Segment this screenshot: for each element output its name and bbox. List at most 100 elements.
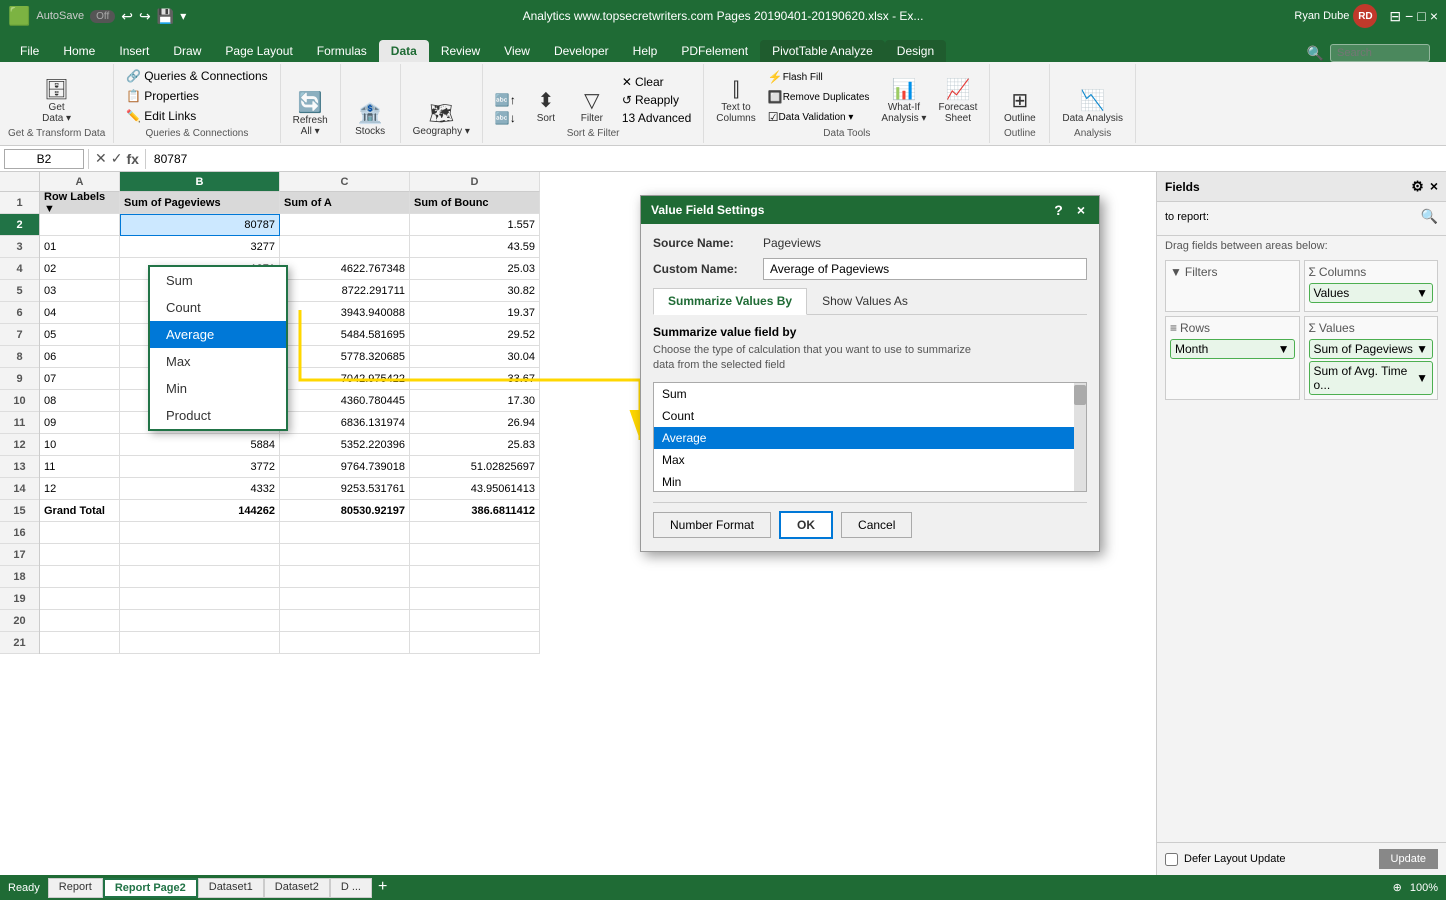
what-if-btn[interactable]: 📊 What-IfAnalysis ▾ bbox=[877, 78, 930, 126]
row-header-1[interactable]: 1 bbox=[0, 192, 39, 214]
cell-a2[interactable] bbox=[40, 214, 120, 236]
text-to-columns-btn[interactable]: ⫿ Text toColumns bbox=[712, 78, 759, 126]
number-format-btn[interactable]: Number Format bbox=[653, 512, 771, 538]
cell-c3[interactable] bbox=[280, 236, 410, 258]
cell-d4[interactable]: 25.03 bbox=[410, 258, 540, 280]
cell-c19[interactable] bbox=[280, 588, 410, 610]
row-header-13[interactable]: 13 bbox=[0, 456, 39, 478]
remove-dupes-btn[interactable]: 🔲 Remove Duplicates bbox=[764, 88, 874, 106]
listbox-item-max[interactable]: Max bbox=[654, 449, 1074, 471]
listbox-scrollbar[interactable] bbox=[1074, 383, 1086, 491]
tab-page-layout[interactable]: Page Layout bbox=[213, 40, 304, 62]
tab-formulas[interactable]: Formulas bbox=[305, 40, 379, 62]
row-header-2[interactable]: 2 bbox=[0, 214, 39, 236]
data-analysis-btn[interactable]: 📉 Data Analysis bbox=[1058, 89, 1127, 126]
value-field-settings-dialog[interactable]: Value Field Settings ? × Source Name: Pa… bbox=[640, 195, 1100, 552]
panel-close-btn[interactable]: × bbox=[1430, 178, 1438, 195]
cancel-formula-btn[interactable]: ✕ bbox=[93, 150, 109, 167]
listbox-item-average[interactable]: Average bbox=[654, 427, 1074, 449]
dropdown-item-sum[interactable]: Sum bbox=[150, 267, 286, 294]
cell-b16[interactable] bbox=[120, 522, 280, 544]
cell-b19[interactable] bbox=[120, 588, 280, 610]
row-header-3[interactable]: 3 bbox=[0, 236, 39, 258]
cell-c18[interactable] bbox=[280, 566, 410, 588]
cell-d7[interactable]: 29.52 bbox=[410, 324, 540, 346]
queries-connections-btn[interactable]: 🔗 Queries & Connections bbox=[122, 68, 271, 84]
tab-draw[interactable]: Draw bbox=[161, 40, 213, 62]
row-header-6[interactable]: 6 bbox=[0, 302, 39, 324]
panel-settings-btn[interactable]: ⚙ bbox=[1411, 178, 1424, 195]
confirm-formula-btn[interactable]: ✓ bbox=[109, 150, 125, 167]
cell-c21[interactable] bbox=[280, 632, 410, 654]
rows-tag-arrow[interactable]: ▼ bbox=[1278, 342, 1290, 356]
row-header-15[interactable]: 15 bbox=[0, 500, 39, 522]
cell-a14[interactable]: 12 bbox=[40, 478, 120, 500]
cell-c1[interactable]: Sum of A bbox=[280, 192, 410, 214]
row-header-4[interactable]: 4 bbox=[0, 258, 39, 280]
cell-b13[interactable]: 3772 bbox=[120, 456, 280, 478]
cell-c5[interactable]: 8722.291711 bbox=[280, 280, 410, 302]
cell-a10[interactable]: 08 bbox=[40, 390, 120, 412]
values-tag2-arrow[interactable]: ▼ bbox=[1416, 371, 1428, 385]
scrollbar-thumb[interactable] bbox=[1074, 385, 1086, 405]
listbox-item-min[interactable]: Min bbox=[654, 471, 1074, 492]
data-validation-btn[interactable]: ☑ Data Validation ▾ bbox=[764, 108, 874, 126]
stocks-btn[interactable]: 🏦 Stocks bbox=[350, 102, 390, 139]
values-tag2[interactable]: Sum of Avg. Time o... ▼ bbox=[1309, 361, 1434, 395]
tab-help[interactable]: Help bbox=[621, 40, 670, 62]
customize-btn[interactable]: ▾ bbox=[180, 9, 186, 23]
row-header-12[interactable]: 12 bbox=[0, 434, 39, 456]
sort-btn[interactable]: ⬍ Sort bbox=[526, 89, 566, 126]
cell-a21[interactable] bbox=[40, 632, 120, 654]
dropdown-item-average[interactable]: Average bbox=[150, 321, 286, 348]
sheet-tab-dataset2[interactable]: Dataset2 bbox=[264, 878, 330, 898]
row-header-20[interactable]: 20 bbox=[0, 610, 39, 632]
cell-a11[interactable]: 09 bbox=[40, 412, 120, 434]
rows-tag[interactable]: Month ▼ bbox=[1170, 339, 1295, 359]
row-header-8[interactable]: 8 bbox=[0, 346, 39, 368]
cell-c17[interactable] bbox=[280, 544, 410, 566]
row-header-18[interactable]: 18 bbox=[0, 566, 39, 588]
forecast-btn[interactable]: 📈 ForecastSheet bbox=[934, 78, 981, 126]
dropdown-item-max[interactable]: Max bbox=[150, 348, 286, 375]
sheet-tab-report[interactable]: Report bbox=[48, 878, 103, 898]
listbox-item-count[interactable]: Count bbox=[654, 405, 1074, 427]
cell-d9[interactable]: 33.67 bbox=[410, 368, 540, 390]
cell-c9[interactable]: 7042.975422 bbox=[280, 368, 410, 390]
cell-d20[interactable] bbox=[410, 610, 540, 632]
col-header-d[interactable]: D bbox=[410, 172, 540, 192]
cell-c12[interactable]: 5352.220396 bbox=[280, 434, 410, 456]
tab-pivot-analyze[interactable]: PivotTable Analyze bbox=[760, 40, 885, 62]
outline-btn[interactable]: ⊞ Outline bbox=[1000, 89, 1040, 126]
row-header-11[interactable]: 11 bbox=[0, 412, 39, 434]
cell-d5[interactable]: 30.82 bbox=[410, 280, 540, 302]
reapply-btn[interactable]: ↺ Reapply bbox=[618, 92, 695, 108]
cell-c16[interactable] bbox=[280, 522, 410, 544]
edit-links-btn[interactable]: ✏️ Edit Links bbox=[122, 108, 200, 124]
cell-a15[interactable]: Grand Total bbox=[40, 500, 120, 522]
insert-function-btn[interactable]: fx bbox=[124, 151, 140, 167]
autosave-toggle[interactable]: Off bbox=[90, 10, 115, 23]
cell-b18[interactable] bbox=[120, 566, 280, 588]
cell-d6[interactable]: 19.37 bbox=[410, 302, 540, 324]
cell-c10[interactable]: 4360.780445 bbox=[280, 390, 410, 412]
add-sheet-btn[interactable]: + bbox=[372, 878, 393, 898]
cell-d8[interactable]: 30.04 bbox=[410, 346, 540, 368]
close-btn[interactable]: × bbox=[1430, 8, 1438, 24]
cell-d10[interactable]: 17.30 bbox=[410, 390, 540, 412]
cell-a13[interactable]: 11 bbox=[40, 456, 120, 478]
cell-d11[interactable]: 26.94 bbox=[410, 412, 540, 434]
columns-tag[interactable]: Values ▼ bbox=[1309, 283, 1434, 303]
cell-d16[interactable] bbox=[410, 522, 540, 544]
col-header-c[interactable]: C bbox=[280, 172, 410, 192]
tab-review[interactable]: Review bbox=[429, 40, 492, 62]
row-header-9[interactable]: 9 bbox=[0, 368, 39, 390]
name-box[interactable] bbox=[4, 149, 84, 169]
cell-b2[interactable]: 80787 bbox=[120, 214, 280, 236]
cell-d1[interactable]: Sum of Bounc bbox=[410, 192, 540, 214]
cell-a17[interactable] bbox=[40, 544, 120, 566]
refresh-all-btn[interactable]: 🔄 RefreshAll ▾ bbox=[289, 91, 332, 139]
cell-a1[interactable]: Row Labels ▼ bbox=[40, 192, 120, 214]
col-header-a[interactable]: A bbox=[40, 172, 120, 192]
cell-d12[interactable]: 25.83 bbox=[410, 434, 540, 456]
